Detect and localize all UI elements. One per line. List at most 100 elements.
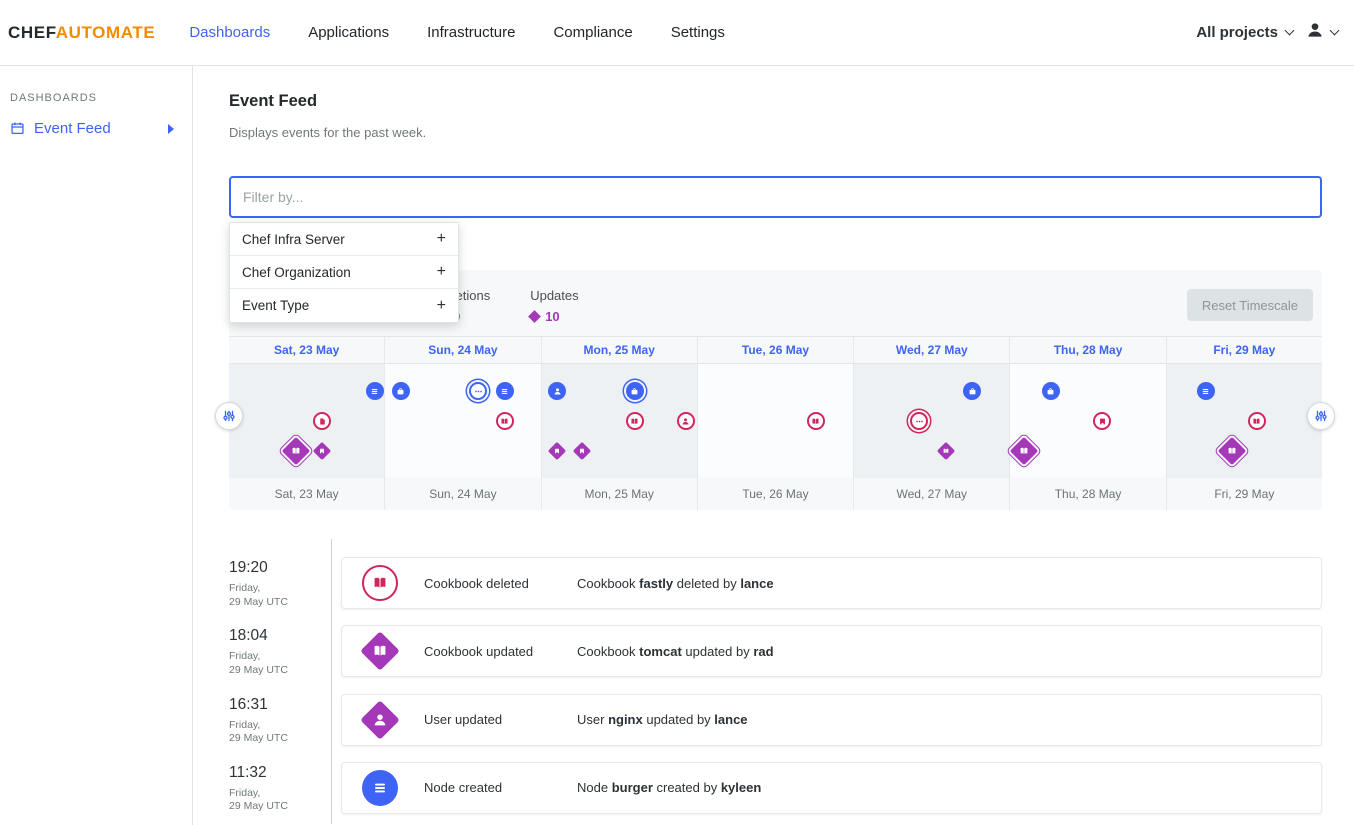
create-event-marker[interactable] bbox=[626, 382, 644, 400]
day-header-tue-26-may[interactable]: Tue, 26 May bbox=[698, 336, 853, 364]
stat-value: 10 bbox=[545, 309, 559, 324]
update-event-marker[interactable] bbox=[573, 442, 591, 460]
stat-label: Updates bbox=[530, 288, 578, 303]
filter-option-chef-infra-server[interactable]: Chef Infra Server+ bbox=[230, 223, 458, 256]
delete-event-marker[interactable] bbox=[910, 412, 928, 430]
nav-infrastructure[interactable]: Infrastructure bbox=[427, 24, 515, 41]
event-weekday: Friday, bbox=[229, 787, 341, 801]
day-footer-mon-25-may: Mon, 25 May bbox=[542, 478, 697, 510]
event-time-value: 19:20 bbox=[229, 559, 341, 577]
update-event-marker[interactable] bbox=[1218, 437, 1246, 465]
create-event-marker[interactable] bbox=[1197, 382, 1215, 400]
update-event-marker[interactable] bbox=[1010, 437, 1038, 465]
day-header-thu-28-may[interactable]: Thu, 28 May bbox=[1010, 336, 1165, 364]
calendar-icon bbox=[10, 121, 25, 136]
create-event-marker[interactable] bbox=[469, 382, 487, 400]
filter-input[interactable] bbox=[229, 176, 1322, 218]
chevron-down-icon bbox=[1330, 26, 1340, 36]
plus-icon: + bbox=[437, 263, 446, 281]
service-icon bbox=[1046, 387, 1055, 396]
filter-option-label: Chef Organization bbox=[242, 265, 351, 280]
create-event-marker[interactable] bbox=[496, 382, 514, 400]
user-icon bbox=[553, 387, 562, 396]
cookbook-icon bbox=[372, 575, 388, 591]
day-header-mon-25-may[interactable]: Mon, 25 May bbox=[542, 336, 697, 364]
event-date: Friday,29 May UTC bbox=[229, 719, 341, 746]
user-profile-icon bbox=[1305, 20, 1325, 45]
day-header-fri-29-may[interactable]: Fri, 29 May bbox=[1167, 336, 1322, 364]
event-card[interactable]: Cookbook updatedCookbook tomcat updated … bbox=[341, 625, 1322, 677]
update-event-marker[interactable] bbox=[937, 442, 955, 460]
nav-compliance[interactable]: Compliance bbox=[553, 24, 632, 41]
page-title: Event Feed bbox=[229, 92, 1322, 111]
nav-applications[interactable]: Applications bbox=[308, 24, 389, 41]
delete-event-marker[interactable] bbox=[677, 412, 695, 430]
service-icon bbox=[396, 387, 405, 396]
chevron-right-icon bbox=[168, 124, 174, 134]
event-time: 18:04Friday,29 May UTC bbox=[229, 625, 341, 677]
main-nav: Dashboards Applications Infrastructure Comp… bbox=[189, 24, 725, 41]
event-card[interactable]: Node createdNode burger created by kylee… bbox=[341, 762, 1322, 814]
event-date-utc: 29 May UTC bbox=[229, 596, 341, 610]
event-title: Node created bbox=[424, 780, 577, 795]
event-weekday: Friday, bbox=[229, 719, 341, 733]
cookbook-icon bbox=[941, 446, 951, 456]
timeline: Sat, 23 MaySat, 23 MaySun, 24 MaySun, 24… bbox=[229, 336, 1322, 510]
update-event-marker[interactable] bbox=[313, 442, 331, 460]
day-footer-thu-28-may: Thu, 28 May bbox=[1010, 478, 1165, 510]
policy-icon bbox=[318, 417, 327, 426]
timeline-day-column-1: Sun, 24 MaySun, 24 May bbox=[385, 336, 541, 510]
day-events-sat-23-may bbox=[229, 364, 384, 478]
delete-event-marker[interactable] bbox=[807, 412, 825, 430]
delete-event-marker[interactable] bbox=[496, 412, 514, 430]
delete-event-marker[interactable] bbox=[1093, 412, 1111, 430]
timescale-handle-right[interactable] bbox=[1307, 402, 1335, 430]
org-icon bbox=[317, 446, 327, 456]
nav-settings[interactable]: Settings bbox=[671, 24, 725, 41]
update-stat-icon bbox=[528, 310, 541, 323]
reset-timescale-button[interactable]: Reset Timescale bbox=[1187, 289, 1313, 321]
top-right-controls: All projects bbox=[1196, 20, 1338, 45]
day-events-sun-24-may bbox=[385, 364, 540, 478]
create-event-marker[interactable] bbox=[366, 382, 384, 400]
day-header-wed-27-may[interactable]: Wed, 27 May bbox=[854, 336, 1009, 364]
filter-suggestions-dropdown: Chef Infra Server+ Chef Organization + Even… bbox=[229, 222, 459, 323]
create-event-marker[interactable] bbox=[548, 382, 566, 400]
timescale-handle-left[interactable] bbox=[215, 402, 243, 430]
service-icon bbox=[630, 387, 639, 396]
day-header-sat-23-may[interactable]: Sat, 23 May bbox=[229, 336, 384, 364]
event-date-utc: 29 May UTC bbox=[229, 732, 341, 746]
create-event-marker[interactable] bbox=[963, 382, 981, 400]
create-event-marker[interactable] bbox=[392, 382, 410, 400]
event-list: 19:20Friday,29 May UTCCookbook deletedCo… bbox=[229, 557, 1322, 814]
delete-event-marker[interactable] bbox=[1248, 412, 1266, 430]
event-row-user-updated: 16:31Friday,29 May UTCUser updatedUser n… bbox=[229, 694, 1322, 746]
delete-event-marker[interactable] bbox=[313, 412, 331, 430]
filter-option-event-type[interactable]: Event Type+ bbox=[230, 289, 458, 322]
top-bar: CHEFAUTOMATE Dashboards Applications Infra… bbox=[0, 0, 1354, 66]
event-title: Cookbook updated bbox=[424, 644, 577, 659]
chevron-down-icon bbox=[1285, 26, 1295, 36]
logo-automate: AUTOMATE bbox=[56, 23, 156, 42]
projects-filter[interactable]: All projects bbox=[1196, 24, 1293, 41]
nav-dashboards[interactable]: Dashboards bbox=[189, 24, 270, 41]
filter-option-chef-organization[interactable]: Chef Organization + bbox=[230, 256, 458, 289]
ellipsis-icon bbox=[474, 387, 483, 396]
timeline-day-column-5: Thu, 28 May Thu, 28 May bbox=[1010, 336, 1166, 510]
chef-automate-logo[interactable]: CHEFAUTOMATE bbox=[8, 23, 155, 43]
org-icon bbox=[577, 446, 587, 456]
delete-event-marker[interactable] bbox=[626, 412, 644, 430]
update-event-marker[interactable] bbox=[282, 437, 310, 465]
stat-updates: Updates 10 bbox=[530, 288, 578, 326]
event-card[interactable]: User updatedUser nginx updated by lance bbox=[341, 694, 1322, 746]
user-menu[interactable] bbox=[1305, 20, 1338, 45]
timeline-day-column-0: Sat, 23 MaySat, 23 May bbox=[229, 336, 385, 510]
create-event-marker[interactable] bbox=[1042, 382, 1060, 400]
org-icon bbox=[1098, 417, 1107, 426]
event-icon-cell bbox=[358, 565, 402, 601]
event-card[interactable]: Cookbook deletedCookbook fastly deleted … bbox=[341, 557, 1322, 609]
cookbook-icon bbox=[369, 640, 392, 663]
day-header-sun-24-may[interactable]: Sun, 24 May bbox=[385, 336, 540, 364]
sidebar-item-event-feed[interactable]: Event Feed bbox=[0, 112, 192, 145]
update-event-marker[interactable] bbox=[548, 442, 566, 460]
